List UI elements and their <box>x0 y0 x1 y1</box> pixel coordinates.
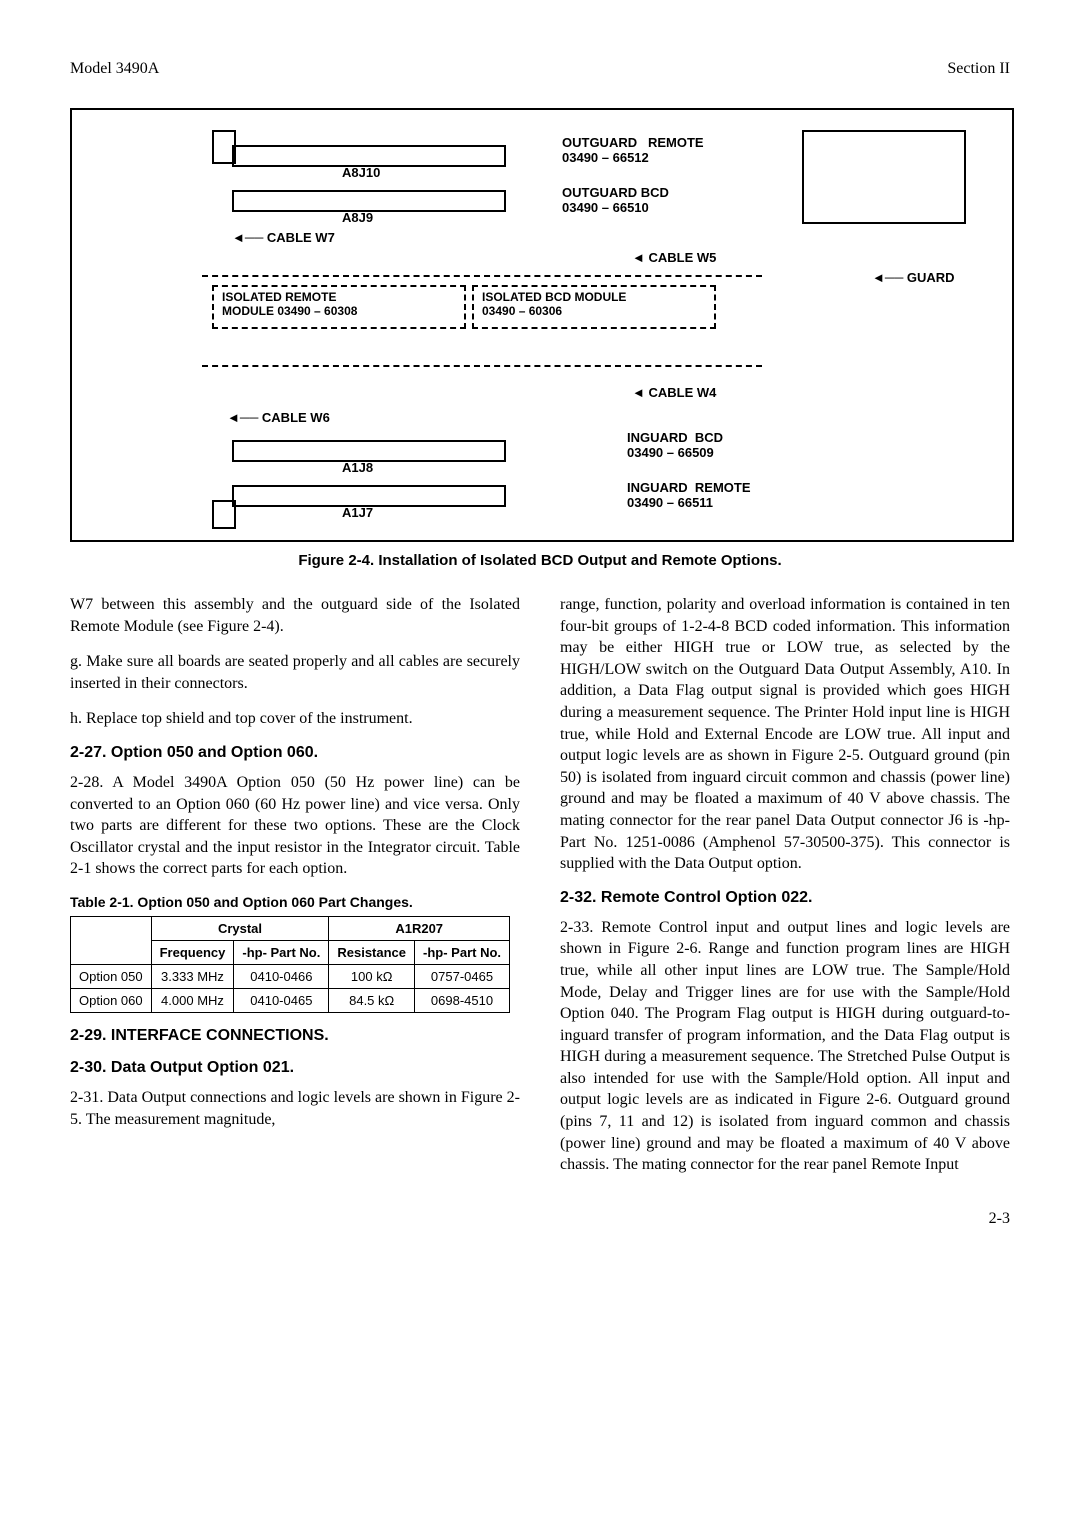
header-right: Section II <box>947 60 1010 78</box>
a8j9-box <box>232 190 506 212</box>
th-hp1: -hp- Part No. <box>234 940 329 964</box>
body-columns: W7 between this assembly and the outguar… <box>70 594 1010 1190</box>
a8j10-box <box>232 145 506 167</box>
a8j10-label: A8J10 <box>342 165 380 180</box>
heading-2-32: 2-32. Remote Control Option 022. <box>560 889 1010 907</box>
th-res: Resistance <box>329 940 415 964</box>
dash1 <box>202 275 762 277</box>
outguard-bcd-label: OUTGUARD BCD 03490 – 66510 <box>562 185 669 215</box>
cable-w6-label: ◄── CABLE W6 <box>227 410 330 425</box>
heading-2-30: 2-30. Data Output Option 021. <box>70 1059 520 1077</box>
para-h: h. Replace top shield and top cover of t… <box>70 708 520 730</box>
table-2-1-caption: Table 2-1. Option 050 and Option 060 Par… <box>70 894 520 910</box>
cable-w7-label: ◄── CABLE W7 <box>232 230 335 245</box>
cable-w5-label: ◄ CABLE W5 <box>632 250 716 265</box>
page-header: Model 3490A Section II <box>70 60 1010 78</box>
cable-w4-label: ◄ CABLE W4 <box>632 385 716 400</box>
figure-2-4: A8J10 OUTGUARD REMOTE 03490 – 66512 A8J9… <box>70 108 1014 542</box>
inguard-remote-label: INGUARD REMOTE 03490 – 66511 <box>627 480 751 510</box>
header-left: Model 3490A <box>70 60 159 78</box>
a8j9-label: A8J9 <box>342 210 373 225</box>
left-column: W7 between this assembly and the outguar… <box>70 594 520 1190</box>
para-2-33: 2-33. Remote Control input and output li… <box>560 917 1010 1176</box>
outguard-box <box>802 130 966 224</box>
guard-label: ◄── GUARD <box>872 270 955 285</box>
table-row: Option 060 4.000 MHz 0410-0465 84.5 kΩ 0… <box>71 988 510 1012</box>
para-right-1: range, function, polarity and overload i… <box>560 594 1010 875</box>
table-row: Option 050 3.333 MHz 0410-0466 100 kΩ 07… <box>71 964 510 988</box>
para-g: g. Make sure all boards are seated prope… <box>70 651 520 694</box>
dash2 <box>202 365 762 367</box>
right-column: range, function, polarity and overload i… <box>560 594 1010 1190</box>
para-2-31: 2-31. Data Output connections and logic … <box>70 1087 520 1130</box>
heading-2-27: 2-27. Option 050 and Option 060. <box>70 744 520 762</box>
th-a1r207: A1R207 <box>329 916 510 940</box>
outguard-remote-label: OUTGUARD REMOTE 03490 – 66512 <box>562 135 704 165</box>
a1j8-box <box>232 440 506 462</box>
th-hp2: -hp- Part No. <box>415 940 510 964</box>
figure-caption: Figure 2-4. Installation of Isolated BCD… <box>70 552 1010 569</box>
th-freq: Frequency <box>151 940 234 964</box>
isolated-remote-label: ISOLATED REMOTE MODULE 03490 – 60308 <box>222 290 357 318</box>
para-2-28: 2-28. A Model 3490A Option 050 (50 Hz po… <box>70 772 520 880</box>
a1j7-box <box>232 485 506 507</box>
para-w7: W7 between this assembly and the outguar… <box>70 594 520 637</box>
a1j8-label: A1J8 <box>342 460 373 475</box>
a1j7-label: A1J7 <box>342 505 373 520</box>
conn-bottom-left <box>212 500 236 529</box>
heading-2-29: 2-29. INTERFACE CONNECTIONS. <box>70 1027 520 1045</box>
table-2-1: Crystal A1R207 Frequency -hp- Part No. R… <box>70 916 510 1013</box>
inguard-bcd-label: INGUARD BCD 03490 – 66509 <box>627 430 723 460</box>
isolated-bcd-label: ISOLATED BCD MODULE 03490 – 60306 <box>482 290 626 318</box>
th-crystal: Crystal <box>151 916 329 940</box>
page-number: 2-3 <box>70 1210 1010 1228</box>
